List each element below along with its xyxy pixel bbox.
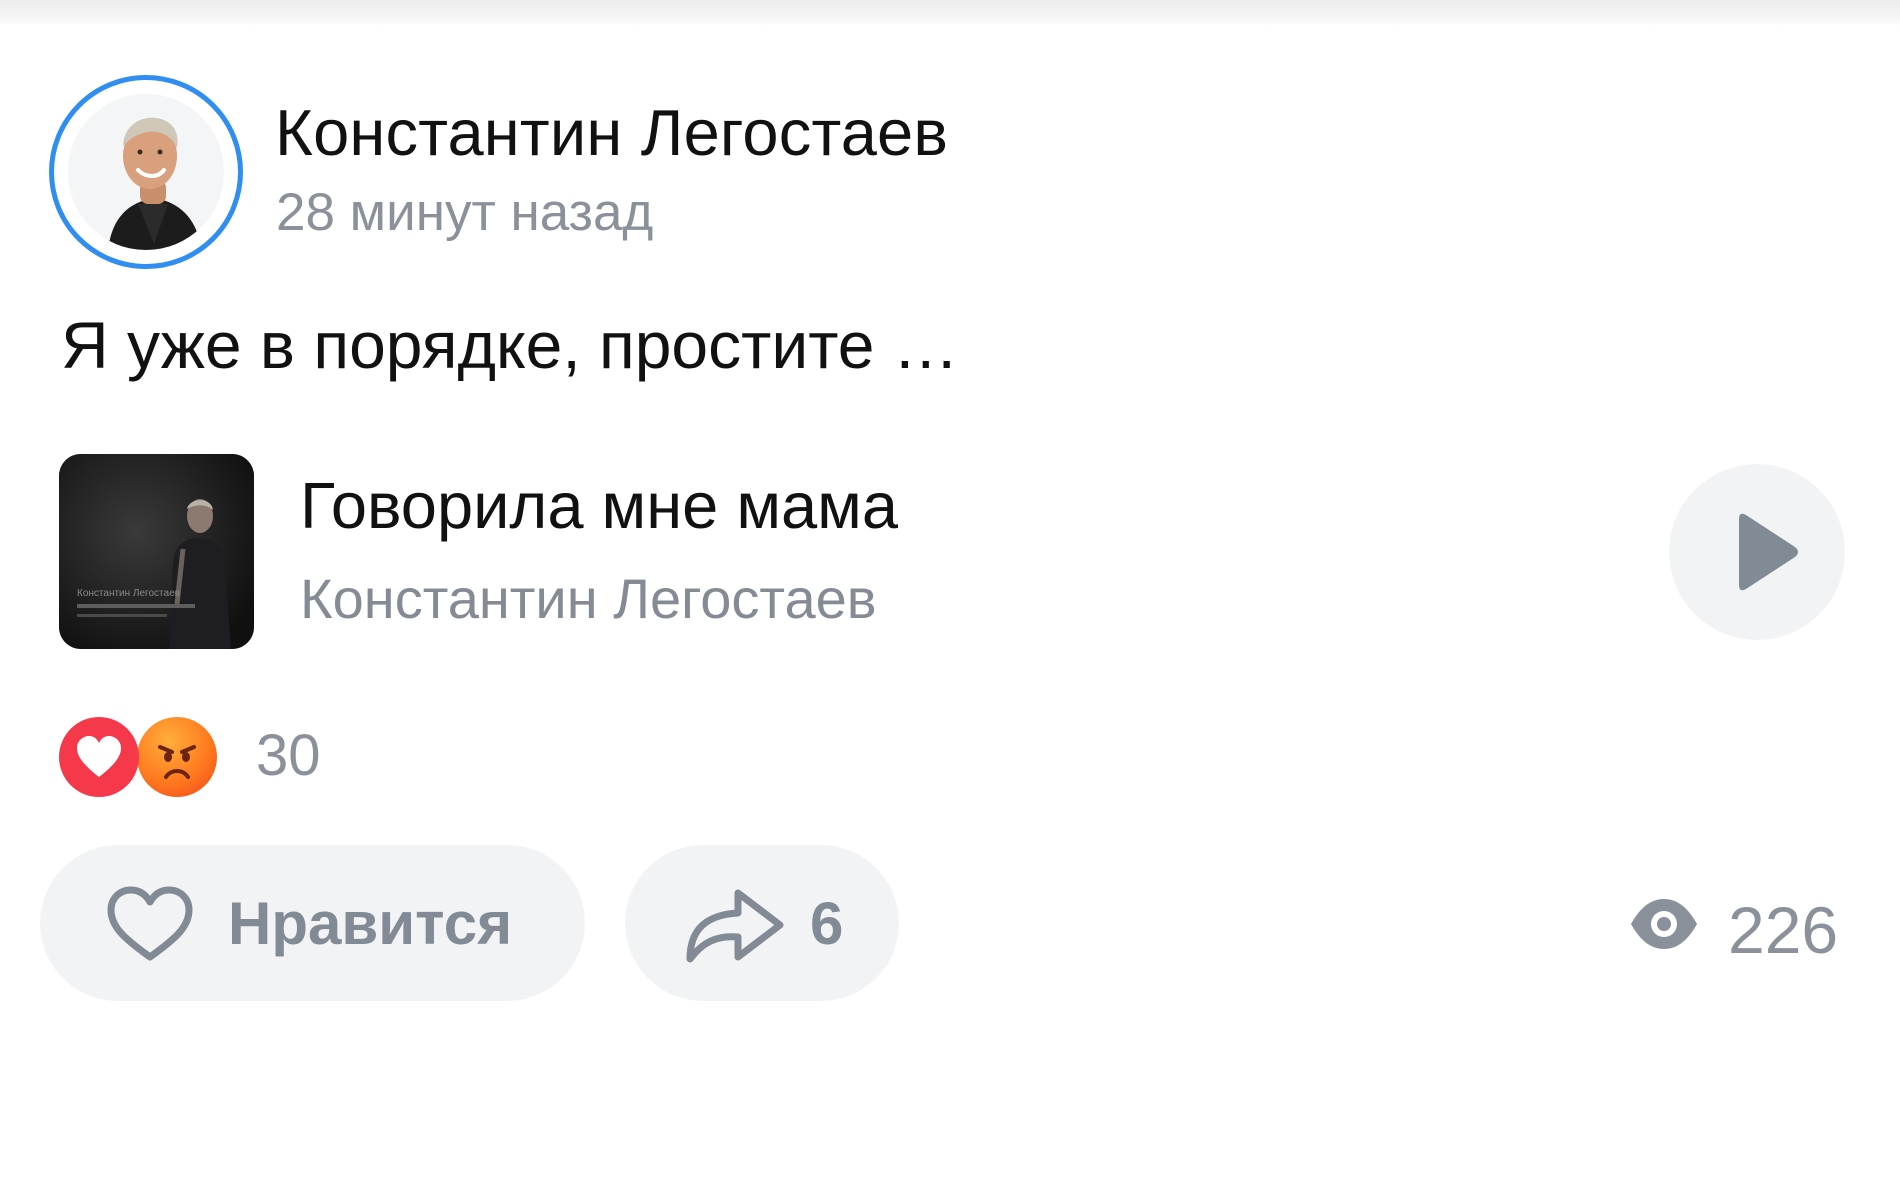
- cover-caption: Константин Легостаев: [77, 588, 180, 599]
- heart-outline-icon: [107, 886, 193, 961]
- person-photo-icon: [68, 94, 224, 250]
- post-text: Я уже в порядке, простите …: [61, 308, 959, 382]
- author-avatar[interactable]: [49, 75, 243, 269]
- album-art-icon: Константин Легостаев: [59, 454, 254, 649]
- views-counter: 226: [1628, 888, 1848, 968]
- reaction-count[interactable]: 30: [256, 721, 321, 791]
- avatar-photo: [68, 94, 224, 250]
- play-icon: [1739, 513, 1798, 591]
- angry-reaction-icon[interactable]: [137, 717, 217, 797]
- post-timestamp[interactable]: 28 минут назад: [276, 182, 653, 244]
- eye-icon: [1631, 899, 1697, 949]
- post-card: Константин Легостаев 28 минут назад Я уж…: [0, 0, 1900, 1177]
- views-count: 226: [1728, 893, 1839, 967]
- play-button[interactable]: [1669, 464, 1845, 640]
- like-button[interactable]: Нравится: [40, 845, 585, 1001]
- track-cover-image[interactable]: Константин Легостаев: [59, 454, 254, 649]
- angry-face-icon: [158, 745, 196, 779]
- share-count: 6: [810, 890, 844, 957]
- track-artist[interactable]: Константин Легостаев: [300, 566, 877, 632]
- author-name[interactable]: Константин Легостаев: [275, 95, 948, 171]
- heart-icon: [77, 736, 121, 777]
- like-label: Нравится: [228, 890, 513, 957]
- heart-reaction-icon[interactable]: [59, 717, 139, 797]
- share-arrow-icon: [686, 889, 784, 963]
- track-title[interactable]: Говорила мне мама: [300, 468, 898, 544]
- share-button[interactable]: 6: [625, 845, 899, 1001]
- top-divider: [0, 0, 1900, 26]
